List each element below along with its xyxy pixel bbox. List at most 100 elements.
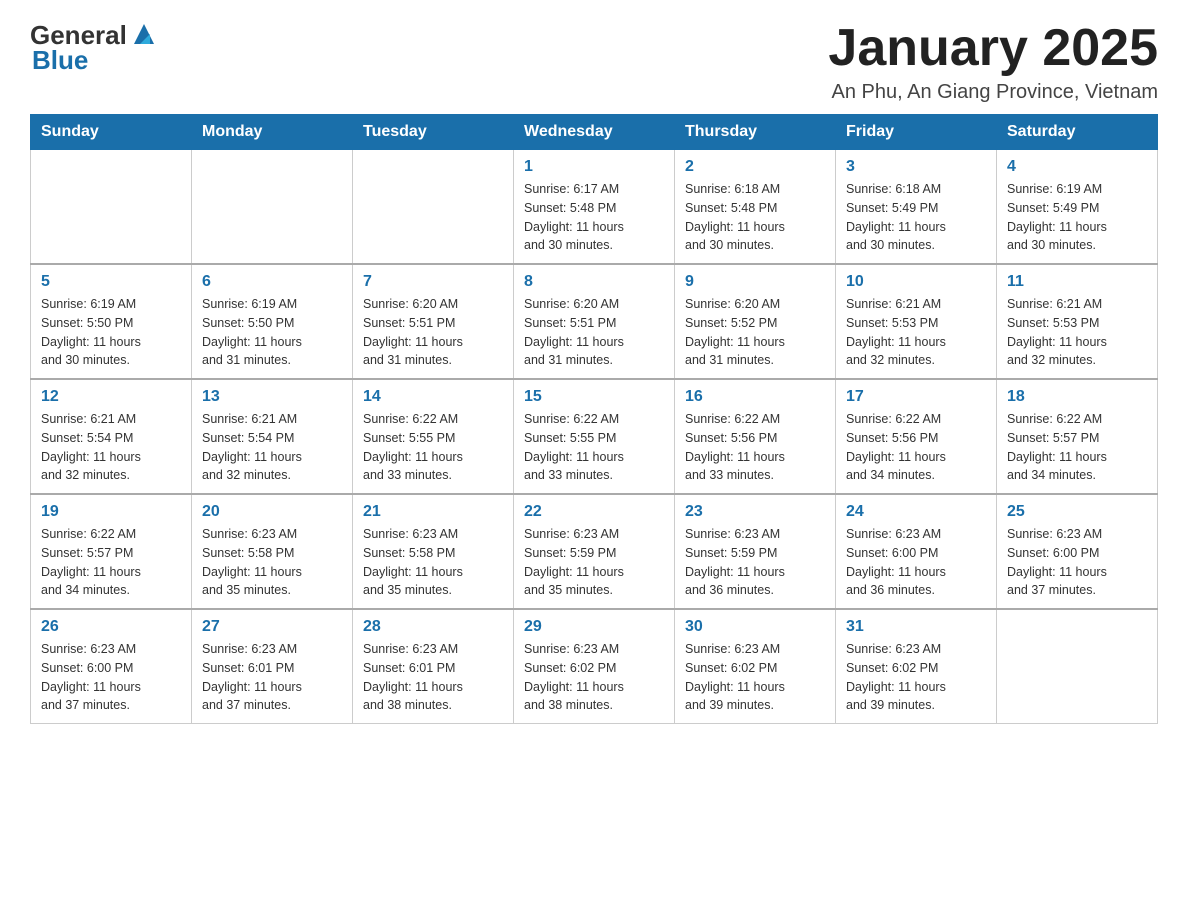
calendar-week-row: 5Sunrise: 6:19 AMSunset: 5:50 PMDaylight…	[31, 264, 1158, 379]
calendar-cell: 3 Sunrise: 6:18 AMSunset: 5:49 PMDaylight…	[836, 150, 997, 265]
day-number: 4	[1007, 158, 1147, 176]
day-number: 18	[1007, 388, 1147, 406]
day-info: Sunrise: 6:23 AMSunset: 6:00 PMDaylight:…	[41, 640, 181, 715]
day-info: Sunrise: 6:22 AMSunset: 5:56 PMDaylight:…	[846, 410, 986, 485]
logo: General Blue	[30, 20, 158, 76]
calendar-table: SundayMondayTuesdayWednesdayThursdayFrid…	[30, 114, 1158, 724]
day-number: 15	[524, 388, 664, 406]
calendar-cell: 10Sunrise: 6:21 AMSunset: 5:53 PMDayligh…	[836, 264, 997, 379]
logo-triangle-icon	[130, 20, 158, 48]
day-info: Sunrise: 6:20 AMSunset: 5:52 PMDaylight:…	[685, 295, 825, 370]
day-number: 25	[1007, 503, 1147, 521]
day-info: Sunrise: 6:23 AMSunset: 6:02 PMDaylight:…	[846, 640, 986, 715]
calendar-cell: 22 Sunrise: 6:23 AMSunset: 5:59 PMDayligh…	[514, 494, 675, 609]
day-number: 26	[41, 618, 181, 636]
day-info: Sunrise: 6:18 AMSunset: 5:48 PMDaylight:…	[685, 180, 825, 255]
day-number: 19	[41, 503, 181, 521]
day-header-monday: Monday	[192, 115, 353, 150]
calendar-week-row: 12 Sunrise: 6:21 AMSunset: 5:54 PMDayligh…	[31, 379, 1158, 494]
day-info: Sunrise: 6:18 AMSunset: 5:49 PMDaylight:…	[846, 180, 986, 255]
calendar-week-row: 26 Sunrise: 6:23 AMSunset: 6:00 PMDayligh…	[31, 609, 1158, 724]
day-info: Sunrise: 6:21 AMSunset: 5:53 PMDaylight:…	[1007, 295, 1147, 370]
calendar-cell: 11 Sunrise: 6:21 AMSunset: 5:53 PMDayligh…	[997, 264, 1158, 379]
calendar-cell: 13 Sunrise: 6:21 AMSunset: 5:54 PMDayligh…	[192, 379, 353, 494]
day-info: Sunrise: 6:17 AMSunset: 5:48 PMDaylight:…	[524, 180, 664, 255]
calendar-cell: 21 Sunrise: 6:23 AMSunset: 5:58 PMDayligh…	[353, 494, 514, 609]
day-number: 21	[363, 503, 503, 521]
location: An Phu, An Giang Province, Vietnam	[828, 81, 1158, 104]
calendar-cell: 17Sunrise: 6:22 AMSunset: 5:56 PMDayligh…	[836, 379, 997, 494]
day-number: 11	[1007, 273, 1147, 291]
day-number: 30	[685, 618, 825, 636]
title-section: January 2025 An Phu, An Giang Province, …	[828, 20, 1158, 104]
day-info: Sunrise: 6:22 AMSunset: 5:55 PMDaylight:…	[363, 410, 503, 485]
calendar-cell: 30Sunrise: 6:23 AMSunset: 6:02 PMDayligh…	[675, 609, 836, 724]
calendar-cell: 28 Sunrise: 6:23 AMSunset: 6:01 PMDayligh…	[353, 609, 514, 724]
day-info: Sunrise: 6:20 AMSunset: 5:51 PMDaylight:…	[524, 295, 664, 370]
day-info: Sunrise: 6:23 AMSunset: 5:58 PMDaylight:…	[363, 525, 503, 600]
day-info: Sunrise: 6:23 AMSunset: 5:58 PMDaylight:…	[202, 525, 342, 600]
calendar-cell: 9 Sunrise: 6:20 AMSunset: 5:52 PMDaylight…	[675, 264, 836, 379]
calendar-cell: 7 Sunrise: 6:20 AMSunset: 5:51 PMDaylight…	[353, 264, 514, 379]
logo-text-blue: Blue	[32, 45, 88, 76]
calendar-cell: 31Sunrise: 6:23 AMSunset: 6:02 PMDayligh…	[836, 609, 997, 724]
day-info: Sunrise: 6:23 AMSunset: 6:02 PMDaylight:…	[524, 640, 664, 715]
day-header-saturday: Saturday	[997, 115, 1158, 150]
calendar-cell	[353, 150, 514, 265]
day-number: 20	[202, 503, 342, 521]
day-info: Sunrise: 6:23 AMSunset: 6:00 PMDaylight:…	[846, 525, 986, 600]
calendar-cell: 29 Sunrise: 6:23 AMSunset: 6:02 PMDayligh…	[514, 609, 675, 724]
calendar-cell: 26 Sunrise: 6:23 AMSunset: 6:00 PMDayligh…	[31, 609, 192, 724]
day-info: Sunrise: 6:23 AMSunset: 6:00 PMDaylight:…	[1007, 525, 1147, 600]
day-number: 8	[524, 273, 664, 291]
day-number: 1	[524, 158, 664, 176]
day-number: 3	[846, 158, 986, 176]
month-title: January 2025	[828, 20, 1158, 77]
day-number: 24	[846, 503, 986, 521]
calendar-cell	[31, 150, 192, 265]
calendar-cell: 14Sunrise: 6:22 AMSunset: 5:55 PMDayligh…	[353, 379, 514, 494]
day-info: Sunrise: 6:22 AMSunset: 5:57 PMDaylight:…	[1007, 410, 1147, 485]
day-info: Sunrise: 6:23 AMSunset: 5:59 PMDaylight:…	[685, 525, 825, 600]
day-info: Sunrise: 6:22 AMSunset: 5:55 PMDaylight:…	[524, 410, 664, 485]
day-number: 29	[524, 618, 664, 636]
day-info: Sunrise: 6:19 AMSunset: 5:50 PMDaylight:…	[202, 295, 342, 370]
day-number: 28	[363, 618, 503, 636]
day-info: Sunrise: 6:20 AMSunset: 5:51 PMDaylight:…	[363, 295, 503, 370]
day-info: Sunrise: 6:22 AMSunset: 5:56 PMDaylight:…	[685, 410, 825, 485]
day-header-friday: Friday	[836, 115, 997, 150]
calendar-cell: 15 Sunrise: 6:22 AMSunset: 5:55 PMDayligh…	[514, 379, 675, 494]
day-info: Sunrise: 6:23 AMSunset: 6:01 PMDaylight:…	[363, 640, 503, 715]
calendar-cell: 24 Sunrise: 6:23 AMSunset: 6:00 PMDayligh…	[836, 494, 997, 609]
day-info: Sunrise: 6:19 AMSunset: 5:49 PMDaylight:…	[1007, 180, 1147, 255]
day-number: 9	[685, 273, 825, 291]
day-header-sunday: Sunday	[31, 115, 192, 150]
page-header: General Blue January 2025 An Phu, An Gia…	[30, 20, 1158, 104]
day-info: Sunrise: 6:19 AMSunset: 5:50 PMDaylight:…	[41, 295, 181, 370]
day-number: 16	[685, 388, 825, 406]
calendar-cell: 27Sunrise: 6:23 AMSunset: 6:01 PMDayligh…	[192, 609, 353, 724]
calendar-cell	[997, 609, 1158, 724]
day-number: 22	[524, 503, 664, 521]
day-number: 12	[41, 388, 181, 406]
calendar-cell: 1 Sunrise: 6:17 AMSunset: 5:48 PMDaylight…	[514, 150, 675, 265]
calendar-cell: 6Sunrise: 6:19 AMSunset: 5:50 PMDaylight…	[192, 264, 353, 379]
calendar-cell: 4 Sunrise: 6:19 AMSunset: 5:49 PMDaylight…	[997, 150, 1158, 265]
calendar-header-row: SundayMondayTuesdayWednesdayThursdayFrid…	[31, 115, 1158, 150]
calendar-cell: 12 Sunrise: 6:21 AMSunset: 5:54 PMDayligh…	[31, 379, 192, 494]
calendar-cell: 23Sunrise: 6:23 AMSunset: 5:59 PMDayligh…	[675, 494, 836, 609]
day-number: 7	[363, 273, 503, 291]
day-number: 13	[202, 388, 342, 406]
day-info: Sunrise: 6:21 AMSunset: 5:54 PMDaylight:…	[41, 410, 181, 485]
calendar-cell: 19Sunrise: 6:22 AMSunset: 5:57 PMDayligh…	[31, 494, 192, 609]
calendar-cell: 8 Sunrise: 6:20 AMSunset: 5:51 PMDaylight…	[514, 264, 675, 379]
calendar-cell: 2 Sunrise: 6:18 AMSunset: 5:48 PMDaylight…	[675, 150, 836, 265]
calendar-week-row: 19Sunrise: 6:22 AMSunset: 5:57 PMDayligh…	[31, 494, 1158, 609]
calendar-cell: 16 Sunrise: 6:22 AMSunset: 5:56 PMDayligh…	[675, 379, 836, 494]
day-info: Sunrise: 6:23 AMSunset: 5:59 PMDaylight:…	[524, 525, 664, 600]
day-info: Sunrise: 6:23 AMSunset: 6:01 PMDaylight:…	[202, 640, 342, 715]
calendar-cell: 25 Sunrise: 6:23 AMSunset: 6:00 PMDayligh…	[997, 494, 1158, 609]
day-info: Sunrise: 6:21 AMSunset: 5:54 PMDaylight:…	[202, 410, 342, 485]
calendar-cell: 18 Sunrise: 6:22 AMSunset: 5:57 PMDayligh…	[997, 379, 1158, 494]
day-number: 2	[685, 158, 825, 176]
